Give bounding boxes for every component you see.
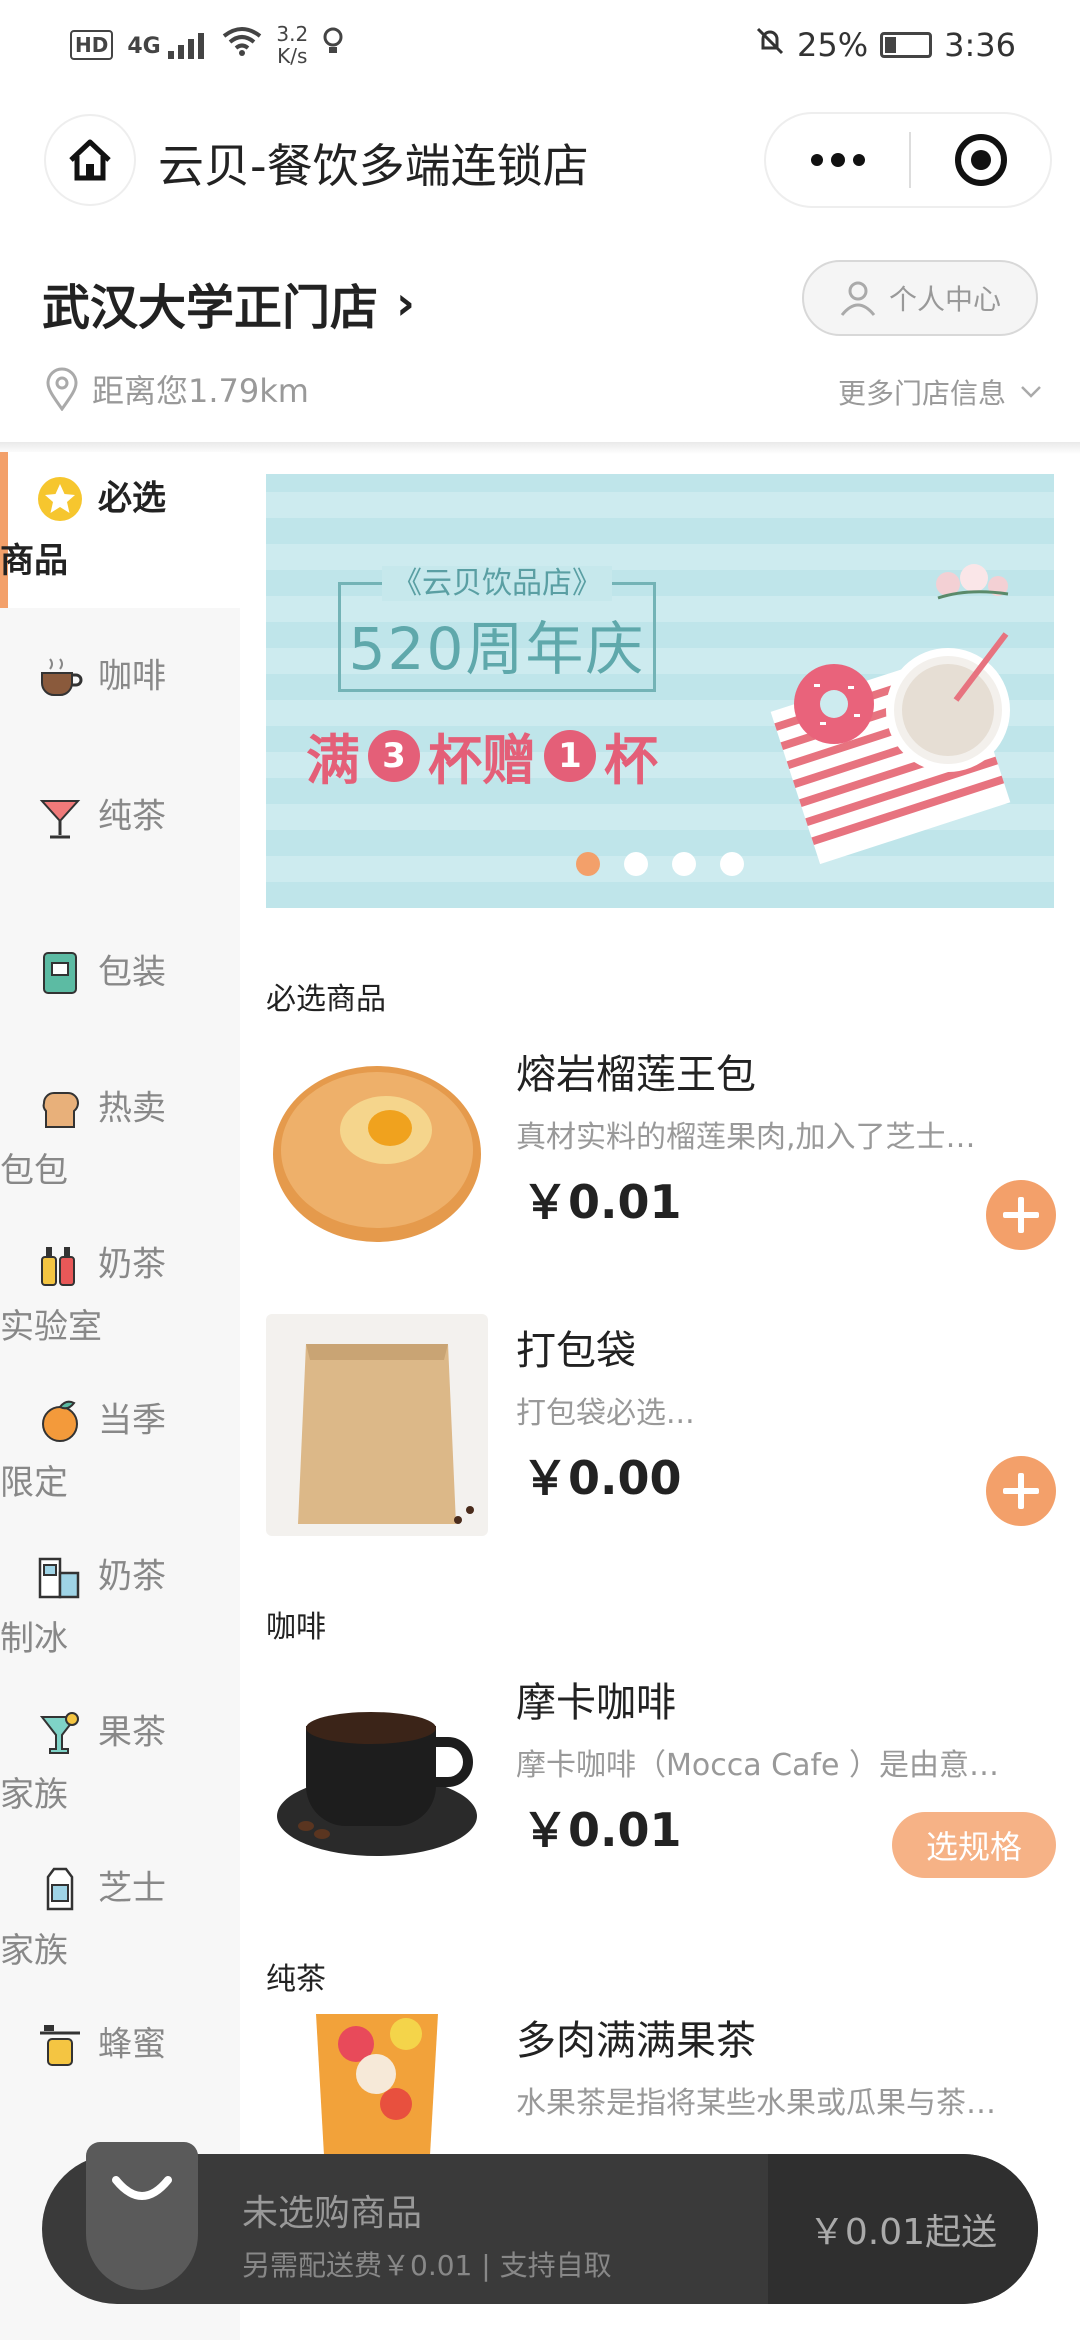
donut-and-milk-illustration — [770, 632, 1011, 864]
durian-bun-image — [266, 1038, 488, 1260]
more-dots-icon — [810, 154, 823, 166]
fruit-drink-icon — [36, 1709, 84, 1757]
carousel-indicators — [576, 852, 744, 876]
honey-jar-icon — [36, 2021, 84, 2069]
store-name: 武汉大学正门店 — [42, 280, 379, 336]
promo-banner[interactable]: 《云贝饮品店》 520周年庆 满 3 杯赠 1 杯 — [266, 474, 1054, 908]
user-center-button[interactable]: 个人中心 — [802, 260, 1038, 336]
product-name: 熔岩榴莲王包 — [516, 1052, 756, 1098]
carousel-dot[interactable] — [576, 852, 600, 876]
mute-bell-icon — [755, 26, 785, 64]
banner-title: 520周年庆 — [348, 615, 646, 683]
add-to-cart-button[interactable] — [986, 1456, 1056, 1526]
ice-machine-icon — [36, 1553, 84, 1601]
shopping-bag-icon[interactable] — [86, 2142, 198, 2290]
target-close-icon — [954, 134, 1007, 186]
product-item[interactable]: 打包袋 打包袋必选... ￥0.00 — [266, 1314, 1056, 1540]
more-store-info-label: 更多门店信息 — [837, 377, 1006, 410]
section-title: 必选商品 — [266, 982, 386, 1017]
cart-status: 未选购商品 — [242, 2193, 423, 2234]
sidebar-item-fruit-tea-family[interactable]: 果茶 家族 — [0, 1700, 240, 1856]
signal-icon: 4G — [127, 31, 208, 59]
app-title: 云贝-餐饮多端连锁店 — [158, 139, 589, 193]
battery-icon — [880, 32, 933, 58]
product-name: 摩卡咖啡 — [516, 1680, 676, 1726]
bulb-icon — [322, 26, 344, 64]
sidebar-item-packaging[interactable]: 包装 — [0, 920, 240, 1076]
product-price: ￥0.01 — [522, 1803, 682, 1857]
product-item[interactable]: 熔岩榴莲王包 真材实料的榴莲果肉,加入了芝士… ￥0.01 — [266, 1038, 1056, 1264]
sidebar-item-required[interactable]: 必选 商品 — [0, 452, 240, 608]
network-speed: 3.2 K/s — [276, 22, 309, 68]
cocktail-glass-icon — [36, 793, 84, 841]
more-menu-button[interactable] — [766, 114, 909, 206]
sidebar-item-coffee[interactable]: 咖啡 — [0, 608, 240, 764]
coffee-cup-icon — [36, 653, 84, 701]
sidebar-item-cheese-family[interactable]: 芝士 家族 — [0, 1856, 240, 2012]
checkout-button[interactable]: ￥0.01起送 — [768, 2154, 1038, 2304]
sidebar-item-milk-tea-ice[interactable]: 奶茶 制冰 — [0, 1544, 240, 1700]
section-title: 纯茶 — [266, 1962, 326, 1997]
product-description: 水果茶是指将某些水果或瓜果与茶… — [516, 2086, 996, 2121]
product-list: 《云贝饮品店》 520周年庆 满 3 杯赠 1 杯 必选商品 熔岩榴莲王包 真材… — [266, 474, 1056, 2230]
carousel-dot[interactable] — [672, 852, 696, 876]
store-distance: 距离您1.79km — [44, 366, 309, 412]
heart-badge-icon: 1 — [544, 729, 596, 782]
bottles-icon — [36, 1241, 84, 1289]
distance-text: 距离您1.79km — [92, 372, 309, 410]
flower-decoration — [936, 564, 1009, 600]
milk-carton-icon — [36, 1865, 84, 1913]
carousel-dot[interactable] — [624, 852, 648, 876]
delivery-fee-info: 另需配送费￥0.01 | 支持自取 — [242, 2249, 612, 2282]
banner-subtitle: 《云贝饮品店》 — [382, 566, 612, 601]
close-miniprogram-button[interactable] — [911, 134, 1050, 186]
user-center-label: 个人中心 — [888, 283, 1001, 316]
home-button[interactable] — [44, 114, 136, 206]
chevron-right-icon: › — [396, 276, 415, 330]
product-name: 多肉满满果茶 — [516, 2018, 756, 2064]
product-price: ￥0.01 — [522, 1175, 682, 1229]
choose-spec-button[interactable]: 选规格 — [892, 1812, 1056, 1878]
capsule-menu — [764, 112, 1052, 208]
wifi-icon — [222, 26, 262, 64]
mocha-coffee-image — [266, 1666, 488, 1888]
sidebar-item-hot-sale-bread[interactable]: 热卖 包包 — [0, 1076, 240, 1232]
home-icon — [69, 139, 111, 181]
notebook-icon — [36, 949, 84, 997]
carousel-dot[interactable] — [720, 852, 744, 876]
sidebar-item-milk-tea-lab[interactable]: 奶茶 实验室 — [0, 1232, 240, 1388]
user-icon — [840, 281, 876, 316]
product-price: ￥0.00 — [522, 1451, 682, 1505]
clock: 3:36 — [944, 26, 1016, 64]
hd-indicator: HD — [70, 30, 114, 60]
status-bar: HD 4G 3.2 K/s 25% 3:36 — [0, 0, 1080, 90]
cart-bar[interactable]: 未选购商品 另需配送费￥0.01 | 支持自取 ￥0.01起送 — [42, 2142, 1038, 2304]
sidebar-item-pure-tea[interactable]: 纯茶 — [0, 764, 240, 920]
mini-program-page: HD 4G 3.2 K/s 25% 3:36 云贝-餐饮多端连锁店 武汉大学正门… — [0, 0, 1080, 2340]
battery-percent: 25% — [797, 26, 869, 64]
product-name: 打包袋 — [516, 1328, 636, 1374]
product-description: 摩卡咖啡（Mocca Cafe ）是由意… — [516, 1748, 1000, 1783]
orange-icon — [36, 1397, 84, 1445]
more-store-info-button[interactable]: 更多门店信息 — [838, 372, 1042, 412]
category-sidebar: 必选 商品 咖啡 纯茶 包装 热卖 包包 奶茶 实验室 当季 限定 奶茶 制冰 … — [0, 452, 240, 2340]
sidebar-item-seasonal-limited[interactable]: 当季 限定 — [0, 1388, 240, 1544]
product-description: 真材实料的榴莲果肉,加入了芝士… — [516, 1120, 976, 1155]
title-bar: 云贝-餐饮多端连锁店 — [0, 100, 1080, 220]
star-icon — [36, 475, 84, 523]
paper-bag-image — [266, 1314, 488, 1536]
min-order-label: ￥0.01起送 — [808, 2212, 998, 2253]
banner-promo: 满 3 杯赠 1 杯 — [306, 729, 658, 792]
product-item[interactable]: 摩卡咖啡 摩卡咖啡（Mocca Cafe ）是由意… ￥0.01 选规格 — [266, 1666, 1056, 1892]
section-title: 咖啡 — [266, 1610, 326, 1645]
store-selector[interactable]: 武汉大学正门店 › — [42, 268, 415, 338]
bread-icon — [36, 1085, 84, 1133]
product-description: 打包袋必选... — [516, 1396, 695, 1431]
chevron-down-icon — [1021, 386, 1041, 398]
location-pin-icon — [46, 367, 78, 411]
heart-badge-icon: 3 — [368, 729, 420, 782]
add-to-cart-button[interactable] — [986, 1180, 1056, 1250]
